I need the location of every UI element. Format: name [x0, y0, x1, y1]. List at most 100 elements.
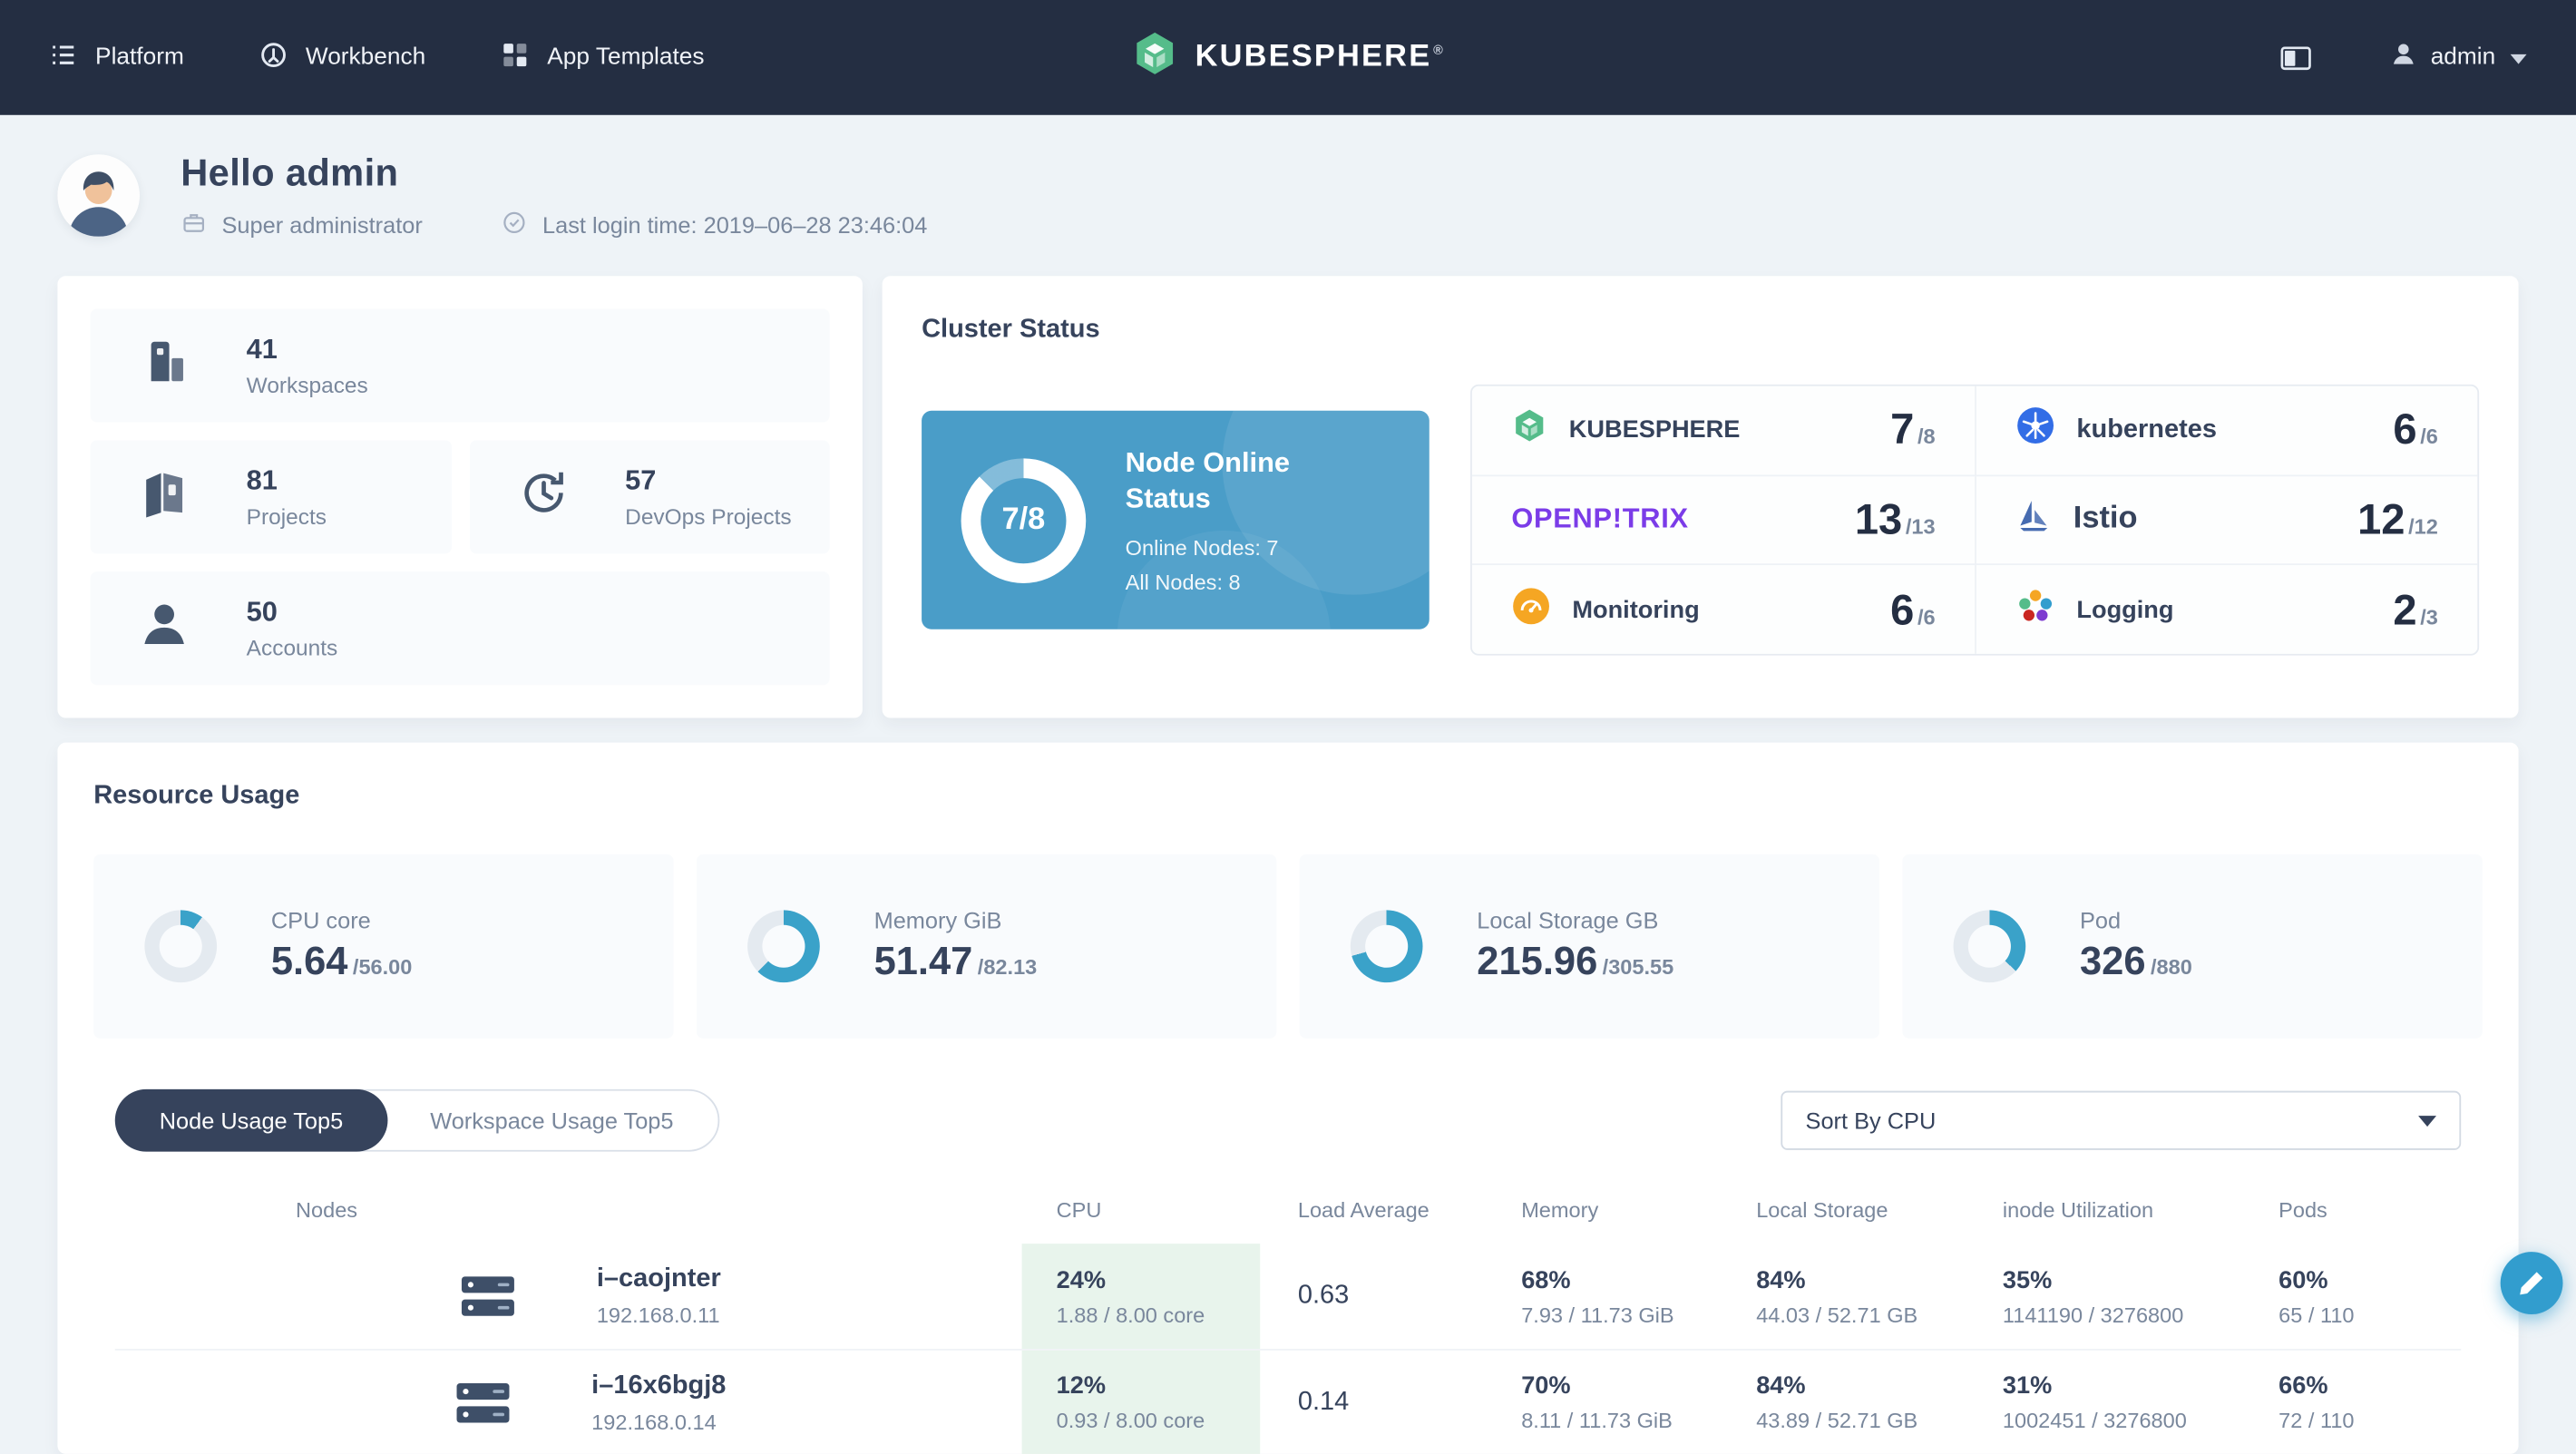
node-name[interactable]: i–16x6bgj8 — [591, 1371, 726, 1400]
stat-label: Workspaces — [246, 373, 368, 398]
cpu-cell: 12% 0.93 / 8.00 core — [1021, 1350, 1261, 1454]
table-header-row: Nodes CPU Load Average Memory Local Stor… — [115, 1197, 2461, 1244]
table-controls: Node Usage Top5 Workspace Usage Top5 Sor… — [114, 1088, 2462, 1152]
nav-item-platform[interactable]: Platform — [49, 40, 184, 74]
stat-accounts[interactable]: 50 Accounts — [90, 571, 830, 686]
gauge-label: Pod — [2080, 906, 2122, 933]
stat-label: Projects — [246, 504, 327, 530]
components-panel: KUBESPHERE 7/8 kubernetes 6/6 OPENP!TRIX… — [1470, 384, 2480, 656]
role-badge-icon — [181, 210, 207, 240]
memory-percent: 68% — [1521, 1265, 1571, 1294]
pods-percent: 66% — [2278, 1371, 2328, 1400]
inode-detail: 1002451 / 3276800 — [2002, 1408, 2187, 1433]
main-content: 41 Workspaces 81 Projects 57 DevOps Proj… — [0, 266, 2576, 1454]
stat-devops-projects[interactable]: 57 DevOps Projects — [469, 440, 830, 554]
component-count: 13/13 — [1855, 494, 1936, 545]
logging-dots-icon — [2015, 586, 2054, 634]
nav-item-app-templates[interactable]: App Templates — [502, 40, 705, 74]
page-header: Hello admin Super administrator Last log… — [0, 115, 2576, 267]
user-name: admin — [2430, 44, 2496, 71]
devops-clock-icon — [515, 465, 571, 530]
gauge-text: Local Storage GB 215.96/305.55 — [1477, 907, 1673, 986]
accounts-person-icon — [136, 596, 192, 660]
col-header-load-average: Load Average — [1297, 1197, 1429, 1223]
sort-by-select[interactable]: Sort By CPU — [1781, 1090, 2462, 1150]
pods-cell: 66% 72 / 110 — [2244, 1351, 2461, 1454]
layout-toggle-icon[interactable] — [2279, 44, 2310, 72]
cpu-percent: 12% — [1056, 1371, 1107, 1400]
donut-hole — [1365, 924, 1409, 968]
gauge-total: /56.00 — [352, 954, 413, 980]
component-count-value: 12 — [2357, 494, 2405, 544]
role-label: Super administrator — [221, 211, 423, 239]
brand[interactable]: KUBESPHERE ® — [1131, 30, 1445, 86]
component-name: kubernetes — [2076, 415, 2218, 444]
donut-hole — [762, 924, 805, 968]
memory-detail: 7.93 / 11.73 GiB — [1521, 1302, 1674, 1327]
component-count-value: 6 — [1890, 584, 1915, 634]
component-count-total: /6 — [2420, 424, 2438, 450]
component-monitoring: Monitoring 6/6 — [1472, 566, 1975, 654]
component-kubesphere: KUBESPHERE 7/8 — [1471, 386, 1976, 476]
stat-projects[interactable]: 81 Projects — [90, 440, 452, 554]
node-online-info: Node Online Status Online Nodes: 7 All N… — [1126, 445, 1356, 594]
cpu-detail: 0.93 / 8.00 core — [1056, 1408, 1205, 1433]
platform-icon — [49, 40, 77, 74]
tab-workspace-usage-top5[interactable]: Workspace Usage Top5 — [385, 1089, 717, 1152]
stat-text: 50 Accounts — [247, 596, 338, 660]
memory-cell: 70% 8.11 / 11.73 GiB — [1487, 1351, 1722, 1454]
pencil-icon — [2520, 1272, 2543, 1295]
cluster-status-card: Cluster Status 7/8 Node Online Status On… — [882, 276, 2519, 718]
greeting-block: Hello admin Super administrator Last log… — [181, 151, 927, 240]
gauge-used: 215.96 — [1477, 940, 1598, 984]
page-title: Hello admin — [181, 151, 399, 194]
pods-detail: 72 / 110 — [2278, 1408, 2355, 1433]
user-menu[interactable]: admin — [2389, 41, 2527, 73]
resource-gauges: CPU core 5.64/56.00 Memory GiB 51.47/82.… — [93, 854, 2483, 1039]
node-name[interactable]: i–caojnter — [597, 1265, 721, 1295]
table-row[interactable]: i–16x6bgj8 192.168.0.14 12% 0.93 / 8.00 … — [114, 1349, 2462, 1454]
table-row[interactable]: i–caojnter 192.168.0.11 24% 1.88 / 8.00 … — [115, 1244, 2461, 1350]
kubernetes-helm-icon — [2015, 406, 2054, 454]
component-count-value: 2 — [2393, 584, 2417, 634]
cpu-cell: 24% 1.88 / 8.00 core — [1021, 1244, 1261, 1350]
gauge-used: 51.47 — [873, 940, 973, 984]
nav-item-workbench[interactable]: Workbench — [259, 40, 425, 74]
top-cards-row: 41 Workspaces 81 Projects 57 DevOps Proj… — [57, 276, 2519, 718]
col-header-local-storage: Local Storage — [1756, 1197, 1888, 1223]
local-storage-cell: 84% 44.03 / 52.71 GB — [1722, 1244, 1968, 1349]
gauge-label: CPU core — [270, 906, 371, 933]
stat-text: 57 DevOps Projects — [625, 465, 791, 530]
stat-label: DevOps Projects — [625, 504, 792, 530]
node-online-fraction: 7/8 — [1001, 502, 1046, 537]
node-usage-table: Nodes CPU Load Average Memory Local Stor… — [114, 1197, 2462, 1454]
col-header-pods: Pods — [2278, 1197, 2327, 1223]
gauge-used: 5.64 — [270, 940, 348, 984]
gauge-label: Local Storage GB — [1477, 906, 1659, 933]
projects-icon — [136, 465, 192, 530]
donut-hole — [159, 924, 202, 968]
gauge-total: /82.13 — [977, 954, 1038, 980]
floating-edit-button[interactable] — [2500, 1252, 2563, 1314]
stat-value: 81 — [246, 464, 278, 496]
component-count: 12/12 — [2357, 494, 2438, 545]
gauge-cpu: CPU core 5.64/56.00 — [93, 854, 674, 1039]
stat-text: 41 Workspaces — [247, 334, 368, 398]
component-name: Istio — [2073, 502, 2138, 537]
component-name: Logging — [2076, 595, 2174, 624]
gauge-value: 326/880 — [2080, 940, 2192, 986]
top-nav: Platform Workbench App Templates KUBESPH… — [0, 0, 2576, 115]
tab-node-usage-top5[interactable]: Node Usage Top5 — [114, 1088, 388, 1152]
check-circle-icon — [502, 210, 528, 240]
monitoring-gauge-icon — [1511, 586, 1550, 634]
component-count-total: /13 — [1905, 513, 1936, 540]
sort-by-value: Sort By CPU — [1805, 1107, 1937, 1134]
storage-donut — [1350, 910, 1423, 983]
inode-percent: 31% — [2002, 1371, 2053, 1400]
component-count: 6/6 — [1890, 584, 1935, 635]
inode-cell: 35% 1141190 / 3276800 — [1968, 1244, 2244, 1349]
component-count: 2/3 — [2393, 584, 2437, 635]
node-text: i–16x6bgj8 192.168.0.14 — [591, 1371, 726, 1433]
kubesphere-dashboard: Platform Workbench App Templates KUBESPH… — [0, 0, 2576, 1454]
stat-workspaces[interactable]: 41 Workspaces — [90, 308, 830, 423]
